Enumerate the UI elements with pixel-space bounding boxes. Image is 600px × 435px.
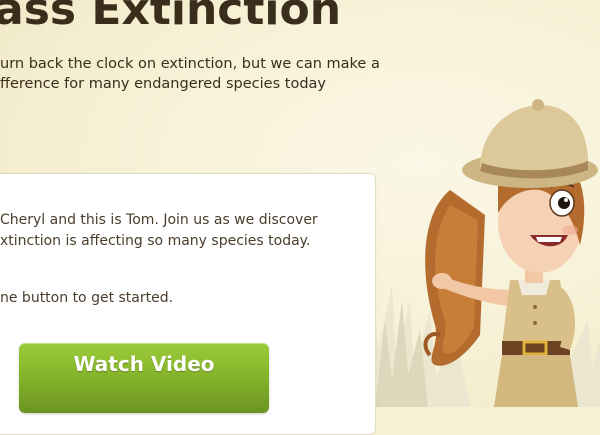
watch-video-button[interactable]: Watch Video [19, 343, 269, 413]
intro-line: Cheryl and this is Tom. Join us as we di… [0, 212, 318, 228]
explorer-girl-icon [423, 99, 598, 407]
cta-text: ne button to get started. [0, 290, 174, 306]
intro-text: Cheryl and this is Tom. Join us as we di… [0, 210, 318, 252]
intro-line: xtinction is affecting so many species t… [0, 233, 311, 249]
